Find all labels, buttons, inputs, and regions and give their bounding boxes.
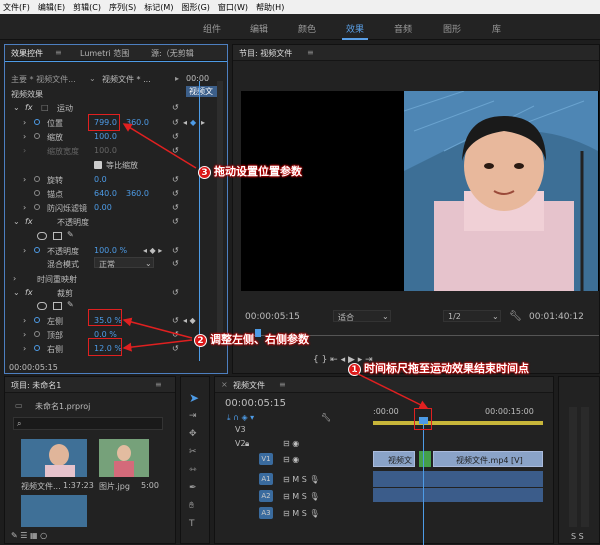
arrow-to-right-crop bbox=[122, 339, 193, 352]
arrow-to-left-crop bbox=[122, 317, 193, 339]
arrow-to-position bbox=[122, 123, 197, 169]
callout-arrows bbox=[122, 123, 429, 409]
arrow-to-playhead bbox=[353, 371, 429, 409]
